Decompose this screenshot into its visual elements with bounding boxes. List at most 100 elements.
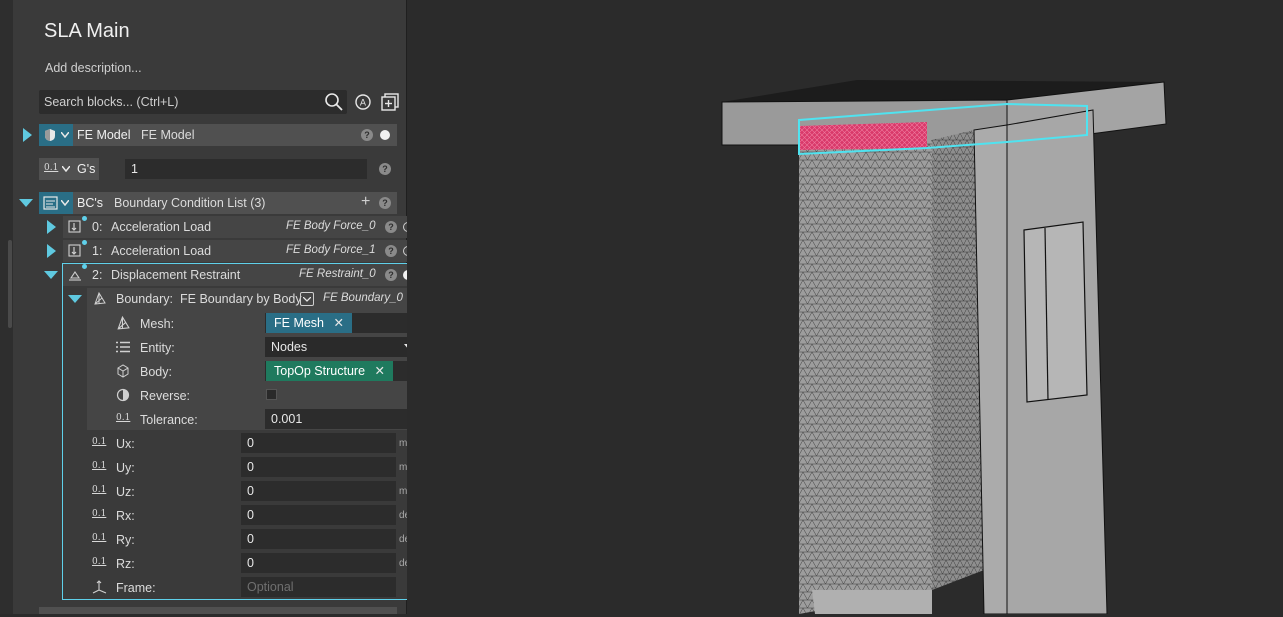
bcs-tag: BC's xyxy=(77,196,104,210)
add-block-icon[interactable] xyxy=(380,92,400,112)
restraint-value-field[interactable]: 0 xyxy=(241,457,396,477)
fe-model-block[interactable]: FE Model FE Model ? xyxy=(39,124,397,146)
3d-viewport[interactable] xyxy=(407,0,1283,615)
search-placeholder: Search blocks... (Ctrl+L) xyxy=(44,95,179,109)
number-icon: 0.1 xyxy=(92,509,107,519)
mesh-label: Mesh: xyxy=(140,317,175,331)
boundary-type-dropdown[interactable] xyxy=(300,292,314,306)
bc-item-0[interactable]: 0: Acceleration Load FE Body Force_0 ? xyxy=(63,216,421,238)
page-title: SLA Main xyxy=(44,20,130,42)
number-icon: 0.1 xyxy=(92,437,107,447)
gs-block: 0.1 G's 1 ? xyxy=(39,158,397,180)
bc-item-ref[interactable]: FE Body Force_0 xyxy=(286,220,375,232)
bc-item-1[interactable]: 1: Acceleration Load FE Body Force_1 ? xyxy=(63,240,421,262)
help-icon[interactable]: ? xyxy=(379,197,391,209)
body-chip[interactable]: TopOp Structure ✕ xyxy=(266,361,393,381)
expand-item-1-icon[interactable] xyxy=(47,244,56,258)
restraint-label: Ux: xyxy=(116,437,135,451)
gs-value: 1 xyxy=(131,162,138,176)
search-icon[interactable] xyxy=(324,92,344,112)
gs-value-field[interactable]: 1 xyxy=(125,159,367,179)
help-icon[interactable]: ? xyxy=(385,245,397,257)
help-icon[interactable]: ? xyxy=(385,269,397,281)
bc-item-name: Displacement Restraint xyxy=(111,268,241,282)
restraint-value: 0 xyxy=(247,508,254,522)
collapse-bcs-icon[interactable] xyxy=(19,199,33,207)
boundary-header[interactable]: Boundary: FE Boundary by Body FE Boundar… xyxy=(87,288,446,310)
gs-tag: G's xyxy=(77,162,96,176)
tolerance-field[interactable]: 0.001 xyxy=(265,409,420,429)
restraint-value: 0 xyxy=(247,556,254,570)
fe-model-value[interactable]: FE Model xyxy=(141,128,195,142)
restraint-value-field[interactable]: 0 xyxy=(241,505,396,525)
body-icon xyxy=(117,364,129,378)
bc-item-2[interactable]: 2: Displacement Restraint FE Restraint_0… xyxy=(63,264,422,286)
status-dot-icon[interactable] xyxy=(380,130,390,140)
list-icon xyxy=(116,341,130,353)
model-view[interactable] xyxy=(407,0,1283,615)
mesh-chip[interactable]: FE Mesh ✕ xyxy=(266,313,352,333)
search-input[interactable]: Search blocks... (Ctrl+L) xyxy=(39,90,347,114)
restraint-label: Uy: xyxy=(116,461,135,475)
entity-select[interactable]: Nodes xyxy=(265,337,420,357)
link-dot-icon xyxy=(82,240,87,245)
collapse-boundary-icon[interactable] xyxy=(68,295,82,303)
remove-icon[interactable]: ✕ xyxy=(334,316,344,330)
acceleration-icon xyxy=(68,220,81,233)
collapse-item-2-icon[interactable] xyxy=(44,271,58,279)
restraint-label: Ry: xyxy=(116,533,135,547)
restraint-value: 0 xyxy=(247,460,254,474)
number-icon: 0.1 xyxy=(92,533,107,543)
bc-item-index: 0: xyxy=(92,220,103,234)
description-input[interactable]: Add description... xyxy=(45,61,142,75)
panel-scrollbar[interactable] xyxy=(8,240,12,328)
frame-placeholder: Optional xyxy=(247,580,294,594)
chevron-down-icon[interactable] xyxy=(61,200,69,206)
bc-item-ref[interactable]: FE Restraint_0 xyxy=(299,268,376,280)
restraint-value-field[interactable]: 0 xyxy=(241,433,396,453)
mesh-chip-label: FE Mesh xyxy=(274,316,325,330)
window-panel xyxy=(1023,221,1088,403)
help-icon[interactable]: ? xyxy=(379,163,391,175)
chevron-down-icon[interactable] xyxy=(61,132,69,138)
chevron-down-icon xyxy=(303,297,311,302)
restraint-value-field[interactable]: 0 xyxy=(241,481,396,501)
number-icon: 0.1 xyxy=(92,485,107,495)
expand-fe-model-icon[interactable] xyxy=(23,128,32,142)
boundary-ref[interactable]: FE Boundary_0 xyxy=(323,292,403,304)
frame-field[interactable]: Optional xyxy=(241,577,396,597)
add-item-icon[interactable]: + xyxy=(361,193,370,211)
bc-item-name: Acceleration Load xyxy=(111,220,212,234)
help-icon[interactable]: ? xyxy=(361,129,373,141)
boundary-label: Boundary: xyxy=(116,292,173,306)
number-icon: 0.1 xyxy=(116,413,131,423)
bcs-block[interactable]: BC's Boundary Condition List (3) + ? xyxy=(39,192,397,214)
mesh-icon xyxy=(117,316,130,330)
bc-item-ref[interactable]: FE Body Force_1 xyxy=(286,244,375,256)
list-icon xyxy=(43,196,58,210)
restraint-label: Uz: xyxy=(116,485,135,499)
column-base xyxy=(812,590,932,614)
body-label: Body: xyxy=(140,365,172,379)
boundary-type[interactable]: FE Boundary by Body xyxy=(180,292,302,306)
link-dot-icon xyxy=(82,216,87,221)
remove-icon[interactable]: ✕ xyxy=(375,364,385,378)
bcs-title: Boundary Condition List (3) xyxy=(114,196,266,210)
expand-item-0-icon[interactable] xyxy=(47,220,56,234)
link-dot-icon xyxy=(82,264,87,269)
tolerance-label: Tolerance: xyxy=(140,413,198,427)
selected-boundary-nodes xyxy=(799,122,927,150)
restraint-label: Rz: xyxy=(116,557,135,571)
restraint-value: 0 xyxy=(247,484,254,498)
help-icon[interactable]: ? xyxy=(385,221,397,233)
auto-block-icon[interactable]: A xyxy=(353,92,373,112)
body-chip-label: TopOp Structure xyxy=(274,364,366,378)
restraint-value-field[interactable]: 0 xyxy=(241,529,396,549)
reverse-checkbox[interactable] xyxy=(266,389,277,400)
frame-axes-icon xyxy=(92,580,107,594)
restraint-value-field[interactable]: 0 xyxy=(241,553,396,573)
fe-model-tag: FE Model xyxy=(77,128,131,142)
chevron-down-icon[interactable] xyxy=(62,166,70,172)
reverse-icon xyxy=(116,388,130,402)
next-block-edge xyxy=(39,607,397,614)
